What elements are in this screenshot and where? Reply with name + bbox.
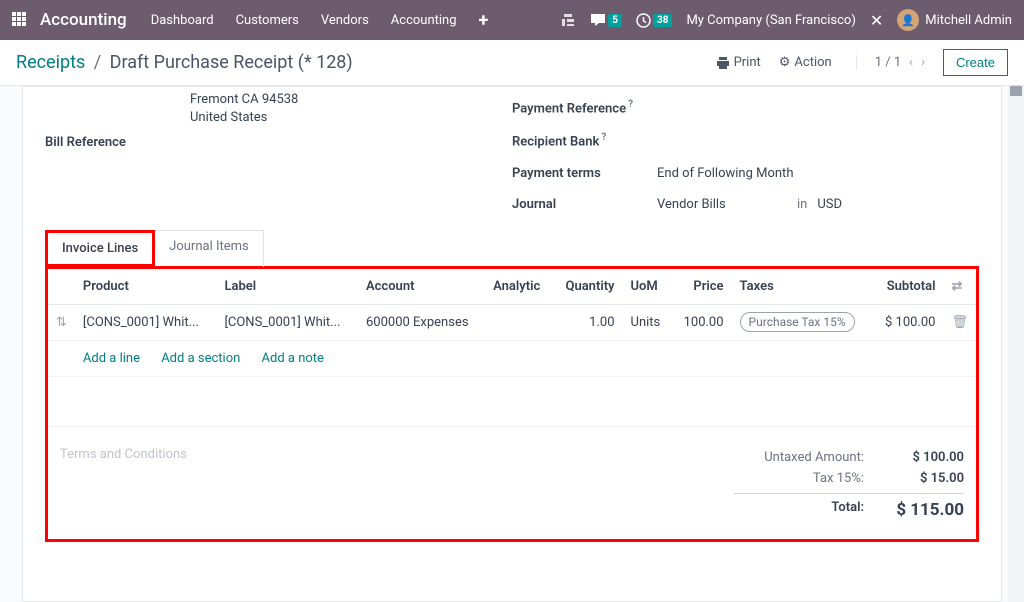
tax-label: Tax 15%: xyxy=(734,471,864,486)
col-taxes[interactable]: Taxes xyxy=(732,269,873,305)
recipient-bank-label: Recipient Bank? xyxy=(512,132,657,149)
journal-field[interactable]: Vendor Bills xyxy=(657,197,787,212)
invoice-lines-panel: Product Label Account Analytic Quantity … xyxy=(45,266,979,542)
pager-next-icon[interactable]: › xyxy=(921,55,925,70)
col-quantity[interactable]: Quantity xyxy=(553,269,623,305)
create-button[interactable]: Create xyxy=(943,49,1008,76)
user-menu[interactable]: 👤 Mitchell Admin xyxy=(897,9,1012,31)
cell-label[interactable]: [CONS_0001] Whit... xyxy=(216,304,358,340)
tab-invoice-lines[interactable]: Invoice Lines xyxy=(45,230,155,267)
help-icon[interactable]: ? xyxy=(628,99,633,110)
column-options-icon[interactable]: ⇄ xyxy=(943,269,976,305)
journal-currency-field[interactable]: USD xyxy=(817,197,842,212)
debug-icon[interactable]: ✕ xyxy=(870,11,883,30)
cell-analytic[interactable] xyxy=(485,304,553,340)
help-icon[interactable]: ? xyxy=(601,132,606,143)
breadcrumb-current: Draft Purchase Receipt (* 128) xyxy=(110,52,353,73)
col-account[interactable]: Account xyxy=(358,269,485,305)
table-row[interactable]: ⇅ [CONS_0001] Whit... [CONS_0001] Whit..… xyxy=(48,304,976,340)
print-button[interactable]: Print xyxy=(716,55,761,70)
bill-reference-label: Bill Reference xyxy=(45,135,190,150)
action-bar: Receipts / Draft Purchase Receipt (* 128… xyxy=(0,40,1024,86)
activities-badge: 38 xyxy=(653,14,672,27)
cell-account[interactable]: 600000 Expenses xyxy=(358,304,485,340)
untaxed-label: Untaxed Amount: xyxy=(734,450,864,465)
scrollbar[interactable] xyxy=(1008,86,1024,602)
total-label: Total: xyxy=(734,500,864,520)
cell-subtotal: $ 100.00 xyxy=(872,304,943,340)
cell-taxes[interactable]: Purchase Tax 15% xyxy=(732,304,873,340)
pager-text[interactable]: 1 / 1 xyxy=(875,55,901,70)
payment-terms-field[interactable]: End of Following Month xyxy=(657,166,793,181)
tabs: Invoice Lines Journal Items xyxy=(45,230,979,267)
nav-add-icon[interactable]: + xyxy=(479,10,489,31)
add-note-link[interactable]: Add a note xyxy=(262,351,324,366)
total-value: $ 115.00 xyxy=(884,500,964,520)
invoice-lines-table: Product Label Account Analytic Quantity … xyxy=(48,269,976,427)
col-price[interactable]: Price xyxy=(672,269,732,305)
app-name[interactable]: Accounting xyxy=(40,10,127,30)
payment-reference-label: Payment Reference? xyxy=(512,99,657,116)
add-line-link[interactable]: Add a line xyxy=(83,351,140,366)
cell-product[interactable]: [CONS_0001] Whit... xyxy=(75,304,217,340)
messages-icon[interactable]: 5 xyxy=(590,13,622,27)
nav-customers[interactable]: Customers xyxy=(236,13,299,28)
breadcrumb: Receipts / Draft Purchase Receipt (* 128… xyxy=(16,52,353,73)
col-uom[interactable]: UoM xyxy=(623,269,672,305)
shortcuts-icon[interactable] xyxy=(560,12,576,28)
col-label[interactable]: Label xyxy=(216,269,358,305)
avatar: 👤 xyxy=(897,9,919,31)
journal-label: Journal xyxy=(512,197,657,212)
totals-panel: Untaxed Amount: $ 100.00 Tax 15%: $ 15.0… xyxy=(734,447,964,523)
breadcrumb-root[interactable]: Receipts xyxy=(16,52,85,73)
col-subtotal[interactable]: Subtotal xyxy=(872,269,943,305)
pager: 1 / 1 ‹ › xyxy=(856,55,925,70)
terms-field[interactable]: Terms and Conditions xyxy=(60,447,734,523)
journal-in-text: in xyxy=(797,197,807,212)
drag-handle-icon[interactable]: ⇅ xyxy=(48,304,75,340)
form-sheet: Fremont CA 94538 United States Bill Refe… xyxy=(22,86,1002,602)
nav-vendors[interactable]: Vendors xyxy=(321,13,369,28)
action-button[interactable]: ⚙ Action xyxy=(779,55,832,70)
col-analytic[interactable]: Analytic xyxy=(485,269,553,305)
company-selector[interactable]: My Company (San Francisco) xyxy=(686,13,855,28)
untaxed-value: $ 100.00 xyxy=(884,450,964,465)
col-product[interactable]: Product xyxy=(75,269,217,305)
tax-value: $ 15.00 xyxy=(884,471,964,486)
cell-price[interactable]: 100.00 xyxy=(672,304,732,340)
nav-accounting[interactable]: Accounting xyxy=(391,13,457,28)
apps-icon[interactable] xyxy=(12,12,28,28)
messages-badge: 5 xyxy=(608,14,622,27)
top-navbar: Accounting Dashboard Customers Vendors A… xyxy=(0,0,1024,40)
activities-icon[interactable]: 38 xyxy=(636,13,672,28)
user-name: Mitchell Admin xyxy=(925,13,1012,28)
content-area: Fremont CA 94538 United States Bill Refe… xyxy=(0,86,1024,602)
pager-prev-icon[interactable]: ‹ xyxy=(909,55,913,70)
payment-terms-label: Payment terms xyxy=(512,166,657,181)
cell-uom[interactable]: Units xyxy=(623,304,672,340)
tab-journal-items[interactable]: Journal Items xyxy=(155,230,264,267)
nav-dashboard[interactable]: Dashboard xyxy=(151,13,214,28)
vendor-address: Fremont CA 94538 United States xyxy=(45,91,512,127)
delete-row-icon[interactable]: 🗑 xyxy=(943,304,976,340)
cell-quantity[interactable]: 1.00 xyxy=(553,304,623,340)
add-section-link[interactable]: Add a section xyxy=(161,351,240,366)
